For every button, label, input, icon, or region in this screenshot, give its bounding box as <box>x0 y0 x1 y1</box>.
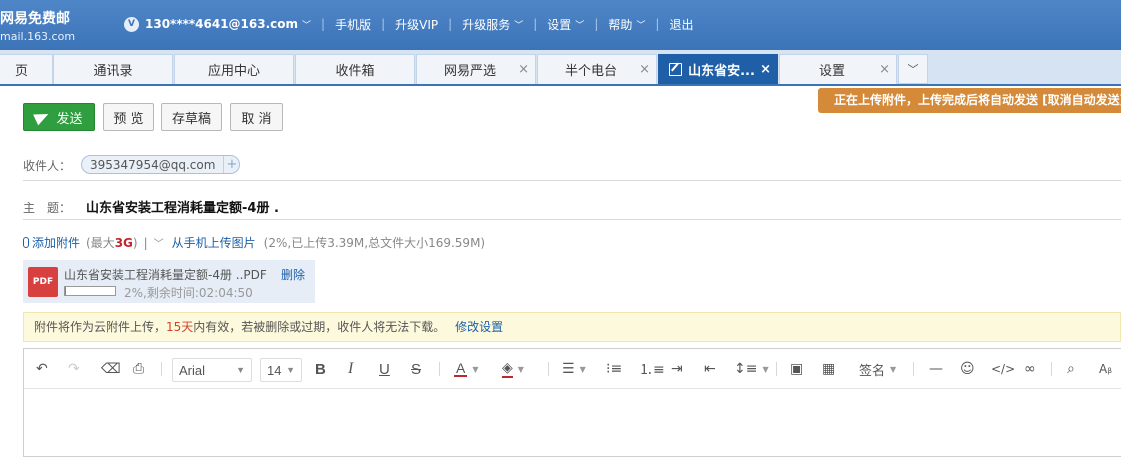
vip-badge-icon: V <box>124 16 139 32</box>
paperclip-icon <box>23 237 29 248</box>
user-bar: V 130****4641@163.com ﹀ | 手机版 | 升级VIP | 升… <box>124 15 693 33</box>
account-name: 130****4641@163.com <box>145 17 299 31</box>
signature-menu[interactable]: 签名 ▼ <box>859 360 896 379</box>
outdent-icon[interactable]: ⇤ <box>704 360 716 378</box>
editor-toolbar: ↶ ↷ ⌫ ⎙ Arial ▼ 14 ▼ B I U S A ▼ ◈ ▼ ☰ ▼ ⁝≡ ⒈… <box>24 349 1121 389</box>
save-draft-button[interactable]: 存草稿 <box>161 103 222 131</box>
chevron-down-icon: ▼ <box>236 365 245 375</box>
settings-menu[interactable]: 设置 ﹀ <box>547 16 584 33</box>
preview-button[interactable]: 预 览 <box>103 103 154 131</box>
edit-icon <box>669 63 683 76</box>
close-icon[interactable]: × <box>639 62 650 77</box>
close-icon[interactable]: × <box>879 62 890 77</box>
editor-body[interactable] <box>24 390 1121 457</box>
line-height-icon[interactable]: ↕≡ ▼ <box>734 360 769 378</box>
add-recipient-icon[interactable]: + <box>223 156 239 173</box>
eraser-icon[interactable]: ⌫ <box>101 360 121 378</box>
chevron-down-icon[interactable]: ﹀ <box>154 235 164 250</box>
align-icon[interactable]: ☰ ▼ <box>562 360 586 378</box>
indent-icon[interactable]: ⇥ <box>671 360 683 378</box>
phone-upload-link[interactable]: 从手机上传图片 <box>172 234 256 251</box>
bullet-list-icon[interactable]: ⁝≡ <box>606 360 622 378</box>
rich-text-editor: ↶ ↷ ⌫ ⎙ Arial ▼ 14 ▼ B I U S A ▼ ◈ ▼ ☰ ▼ ⁝≡ ⒈… <box>23 348 1121 457</box>
chevron-down-icon: ﹀ <box>636 20 646 31</box>
add-attachment-link[interactable]: 添加附件 <box>32 234 80 251</box>
subject-label: 主 题： <box>23 201 72 215</box>
brand-domain: mail.163.com <box>0 30 76 43</box>
table-icon[interactable]: ▦ <box>822 360 835 378</box>
help-menu[interactable]: 帮助 ﹀ <box>608 16 645 33</box>
paper-plane-icon <box>33 108 52 126</box>
chevron-down-icon: ﹀ <box>514 20 524 31</box>
format-painter-icon[interactable]: ⎙ <box>133 360 144 378</box>
chevron-down-icon: ﹀ <box>907 63 919 76</box>
redo-icon[interactable]: ↷ <box>68 360 80 378</box>
recipient-chip[interactable]: 395347954@qq.com + <box>81 155 241 174</box>
emoji-icon[interactable]: ☺ <box>960 360 975 378</box>
code-icon[interactable]: </> <box>991 360 1015 378</box>
find-replace-icon[interactable]: ⌕ <box>1067 360 1075 378</box>
font-size-select[interactable]: 14 ▼ <box>260 358 302 382</box>
attachment-item: PDF 山东省安装工程消耗量定额-4册 ..PDF 删除 2%,剩余时间:02:… <box>23 260 315 303</box>
recipient-label: 收件人： <box>23 159 72 173</box>
logo[interactable]: 网易免费邮 mail.163.com <box>0 10 75 44</box>
tab-contacts[interactable]: 通讯录 <box>53 54 173 84</box>
horizontal-line-icon[interactable]: — <box>929 360 943 378</box>
file-name: 山东省安装工程消耗量定额-4册 ..PDF <box>64 268 267 282</box>
tab-yanxuan[interactable]: 网易严选 × <box>416 54 536 84</box>
subject-input[interactable]: 山东省安装工程消耗量定额-4册 . <box>86 197 279 216</box>
account-menu[interactable]: 130****4641@163.com ﹀ <box>145 17 311 31</box>
tab-inbox[interactable]: 收件箱 <box>295 54 415 84</box>
upload-notice[interactable]: 正在上传附件，上传完成后将自动发送 [取消自动发送] <box>818 88 1121 113</box>
chevron-down-icon: ▼ <box>286 365 295 375</box>
close-icon[interactable]: × <box>760 62 771 77</box>
tab-home[interactable]: 页 <box>0 54 53 84</box>
chevron-down-icon: ﹀ <box>302 20 312 31</box>
tab-more-button[interactable]: ﹀ <box>898 54 928 84</box>
strikethrough-icon[interactable]: S <box>411 360 421 378</box>
upload-progress-bar <box>64 286 116 296</box>
close-icon[interactable]: × <box>518 62 529 77</box>
attachment-row: 添加附件 (最大 3G) | ﹀ 从手机上传图片 (2%,已上传3.39M,总文件… <box>23 234 485 251</box>
italic-icon[interactable]: I <box>348 360 353 378</box>
font-color-icon[interactable]: A ▼ <box>454 360 479 378</box>
tab-app-center[interactable]: 应用中心 <box>174 54 294 84</box>
underline-icon[interactable]: U <box>379 360 390 378</box>
delete-attachment-link[interactable]: 删除 <box>281 266 305 283</box>
remaining-time: 2%,剩余时间:02:04:50 <box>124 286 253 300</box>
spell-check-icon[interactable]: Aᵦ <box>1099 360 1112 378</box>
brand-name: 网易免费邮 <box>0 11 70 27</box>
undo-icon[interactable]: ↶ <box>36 360 48 378</box>
link-icon[interactable]: ∞ <box>1024 360 1036 378</box>
pdf-file-icon: PDF <box>28 267 58 297</box>
modify-settings-link[interactable]: 修改设置 <box>455 320 503 334</box>
cloud-attachment-notice: 附件将作为云附件上传，15天内有效，若被删除或过期，收件人将无法下载。 修改设置 <box>23 312 1121 342</box>
send-button[interactable]: 发送 <box>23 103 95 131</box>
top-header: 网易免费邮 mail.163.com V 130****4641@163.com… <box>0 0 1121 50</box>
chevron-down-icon: ﹀ <box>575 20 585 31</box>
bold-icon[interactable]: B <box>315 360 326 378</box>
logout-link[interactable]: 退出 <box>669 16 693 33</box>
mobile-link[interactable]: 手机版 <box>335 16 371 33</box>
image-icon[interactable]: ▣ <box>790 360 803 378</box>
cancel-button[interactable]: 取 消 <box>230 103 283 131</box>
font-family-select[interactable]: Arial ▼ <box>172 358 252 382</box>
highlight-color-icon[interactable]: ◈ ▼ <box>502 360 524 378</box>
tab-settings[interactable]: 设置 × <box>779 54 897 84</box>
tab-compose-active[interactable]: 山东省安... × <box>658 54 778 84</box>
upgrade-service-menu[interactable]: 升级服务 ﹀ <box>462 16 523 33</box>
tab-radio[interactable]: 半个电台 × <box>537 54 657 84</box>
upload-status: (2%,已上传3.39M,总文件大小169.59M) <box>263 236 486 250</box>
upgrade-vip-link[interactable]: 升级VIP <box>395 16 438 33</box>
numbered-list-icon[interactable]: ⒈≡ <box>639 360 665 378</box>
